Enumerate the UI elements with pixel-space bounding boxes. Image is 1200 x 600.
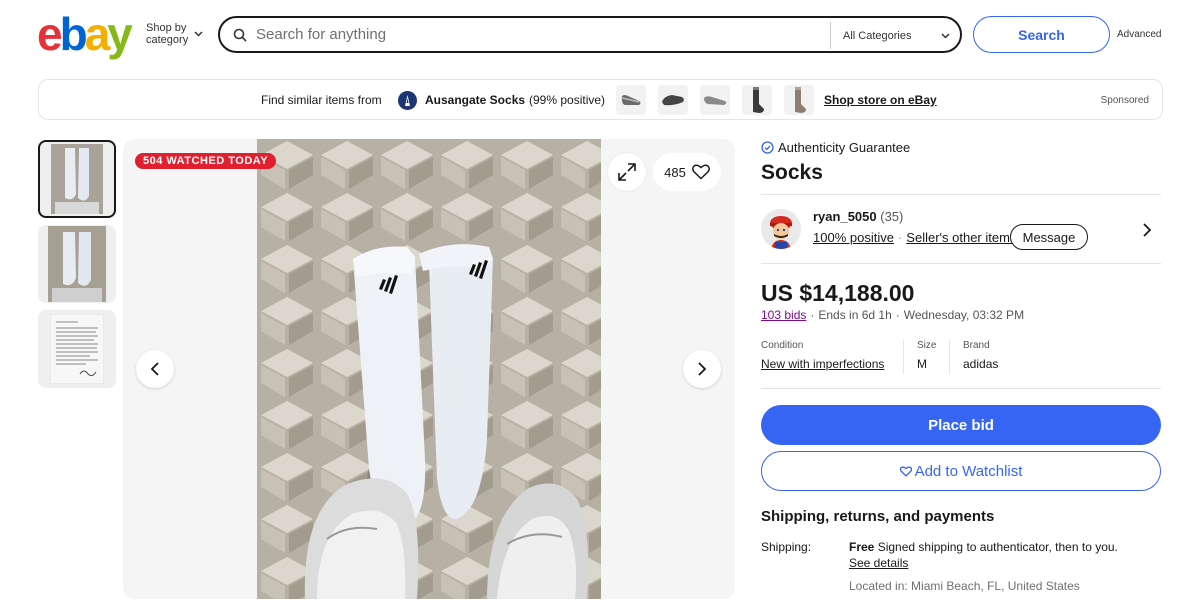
ebay-logo[interactable]: e b a y	[37, 8, 133, 60]
store-item-thumbnail[interactable]	[616, 85, 646, 115]
bid-info: 103 bids · Ends in 6d 1h · Wednesday, 03…	[761, 308, 1024, 322]
chevron-right-icon	[1143, 223, 1152, 237]
store-item-thumbnail[interactable]	[700, 85, 730, 115]
spec-divider	[949, 340, 950, 374]
seller-avatar[interactable]	[761, 209, 801, 249]
gallery-thumbnail-1[interactable]	[38, 140, 116, 218]
store-item-thumbnail[interactable]	[742, 85, 772, 115]
place-bid-button[interactable]: Place bid	[761, 405, 1161, 445]
search-bar: All Categories	[218, 16, 962, 53]
chevron-right-icon	[698, 362, 707, 376]
document-photo-thumbnail	[50, 314, 104, 384]
previous-image-button[interactable]	[136, 350, 174, 388]
divider	[761, 388, 1161, 389]
search-input[interactable]	[256, 19, 828, 50]
end-time-text: Wednesday, 03:32 PM	[903, 308, 1025, 322]
condition-value[interactable]: New with imperfections	[761, 357, 884, 371]
divider	[761, 194, 1161, 195]
main-image-viewer[interactable]: 504 WATCHED TODAY 485	[123, 139, 735, 599]
category-label: category	[146, 34, 189, 46]
spec-divider	[903, 340, 904, 374]
find-similar-text: Find similar items from	[261, 93, 382, 107]
expand-image-button[interactable]	[608, 153, 646, 191]
brand-label: Brand	[963, 340, 990, 351]
shop-by-label: Shop by	[146, 22, 187, 34]
separator-dot: ·	[810, 308, 815, 322]
chevron-left-icon	[150, 362, 159, 376]
logo-letter-e: e	[37, 8, 63, 60]
item-location: Located in: Miami Beach, FL, United Stat…	[849, 579, 1080, 593]
gallery-thumbnail-2[interactable]	[38, 225, 116, 303]
heart-icon	[691, 164, 710, 180]
see-details-link[interactable]: See details	[849, 556, 908, 570]
ends-in-text: Ends in 6d 1h	[818, 308, 892, 322]
watch-count-value: 485	[664, 164, 686, 180]
seller-details-chevron[interactable]	[1142, 222, 1152, 243]
shop-by-category-button[interactable]: Shop by category	[146, 22, 203, 46]
seller-info[interactable]: ryan_5050 (35)	[813, 209, 903, 224]
socks-photo-thumbnail	[51, 144, 103, 214]
item-price: US $14,188.00	[761, 280, 915, 306]
size-label: Size	[917, 340, 937, 351]
category-select-value: All Categories	[843, 29, 912, 42]
brand-value: adidas	[963, 357, 999, 371]
add-to-watchlist-label: Add to Watchlist	[914, 462, 1023, 480]
search-icon	[220, 28, 256, 42]
logo-letter-a: a	[84, 8, 111, 60]
store-item-thumbnails	[616, 85, 814, 115]
watch-count-button[interactable]: 485	[653, 153, 721, 191]
next-image-button[interactable]	[683, 350, 721, 388]
store-logo-icon[interactable]	[398, 91, 417, 110]
socks-photo-thumbnail	[48, 226, 106, 302]
seller-positive-link[interactable]: 100% positive	[813, 230, 894, 245]
chevron-down-icon	[941, 32, 950, 39]
shipping-free-label: Free	[849, 540, 875, 554]
shipping-detail: Free Signed shipping to authenticator, t…	[849, 540, 1118, 554]
socks-photo	[257, 139, 601, 599]
separator-dot: ·	[895, 308, 900, 322]
category-select[interactable]: All Categories	[830, 22, 960, 49]
store-name-link[interactable]: Ausangate Socks	[425, 93, 525, 107]
store-feedback: (99% positive)	[529, 93, 606, 107]
separator-dot: ·	[897, 230, 903, 245]
logo-letter-y: y	[107, 8, 133, 60]
store-item-thumbnail[interactable]	[784, 85, 814, 115]
authenticity-label: Authenticity Guarantee	[778, 140, 911, 155]
gallery-thumbnail-3[interactable]	[38, 310, 116, 388]
condition-label: Condition	[761, 340, 804, 351]
store-banner: Find similar items from Ausangate Socks …	[38, 79, 1163, 120]
message-seller-button[interactable]: Message	[1010, 224, 1088, 250]
authenticity-guarantee[interactable]: Authenticity Guarantee	[761, 140, 910, 155]
sponsored-label: Sponsored	[1100, 95, 1149, 106]
search-button[interactable]: Search	[973, 16, 1110, 53]
shipping-heading: Shipping, returns, and payments	[761, 508, 995, 525]
divider	[761, 263, 1161, 264]
bids-link[interactable]: 103 bids	[761, 308, 806, 322]
seller-username[interactable]: ryan_5050	[813, 209, 877, 224]
size-value: M	[917, 357, 927, 371]
shipping-description: Signed shipping to authenticator, then t…	[877, 540, 1118, 554]
watched-today-badge: 504 WATCHED TODAY	[135, 153, 277, 169]
item-title: Socks	[761, 161, 823, 184]
logo-letter-b: b	[59, 8, 88, 60]
verified-check-icon	[761, 141, 774, 154]
seller-links: 100% positive · Seller's other items ·	[813, 230, 1029, 245]
advanced-search-link[interactable]: Advanced	[1117, 29, 1161, 40]
expand-icon	[618, 163, 636, 181]
store-item-thumbnail[interactable]	[658, 85, 688, 115]
chevron-down-icon	[194, 31, 203, 37]
shipping-label: Shipping:	[761, 540, 812, 554]
add-to-watchlist-button[interactable]: Add to Watchlist	[761, 451, 1161, 491]
shop-store-link[interactable]: Shop store on eBay	[824, 93, 937, 107]
heart-icon	[899, 465, 912, 477]
seller-feedback-count: (35)	[880, 209, 904, 224]
seller-other-items-link[interactable]: Seller's other items	[906, 230, 1016, 245]
